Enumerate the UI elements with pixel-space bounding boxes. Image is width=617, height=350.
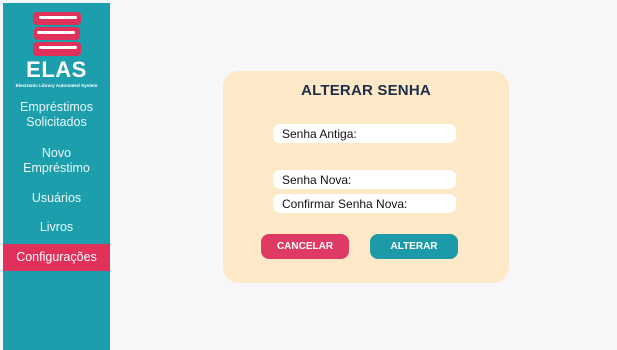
books-logo-icon <box>32 12 81 56</box>
old-password-input[interactable] <box>273 124 456 143</box>
app-window: ELAS Electronic Library Automated System… <box>0 0 617 350</box>
sidebar-item-label: Empréstimos <box>20 100 93 114</box>
change-password-card: ALTERAR SENHA CANCELAR ALTERAR <box>223 71 509 283</box>
sidebar-item-label: Empréstimo <box>23 161 90 175</box>
submit-button[interactable]: ALTERAR <box>370 234 458 259</box>
sidebar-item-usuarios[interactable]: Usuários <box>3 191 110 207</box>
sidebar-item-label: Novo <box>41 146 72 160</box>
sidebar-nav: Empréstimos Solicitados Novo Empréstimo … <box>3 100 110 271</box>
brand-name: ELAS <box>26 57 87 82</box>
confirm-password-input[interactable] <box>273 194 456 213</box>
sidebar-item-emprestimos-solicitados[interactable]: Empréstimos Solicitados <box>3 100 110 132</box>
sidebar: ELAS Electronic Library Automated System… <box>3 3 110 350</box>
sidebar-item-label: Solicitados <box>26 115 87 129</box>
sidebar-item-label: Livros <box>39 220 74 234</box>
sidebar-item-configuracoes[interactable]: Configurações <box>3 244 110 271</box>
sidebar-item-label: Usuários <box>31 191 82 205</box>
sidebar-item-livros[interactable]: Livros <box>3 220 110 236</box>
sidebar-item-novo-emprestimo[interactable]: Novo Empréstimo <box>3 146 110 178</box>
new-password-input[interactable] <box>273 170 456 189</box>
page-title: ALTERAR SENHA <box>301 82 431 99</box>
cancel-button[interactable]: CANCELAR <box>261 234 349 259</box>
brand-tagline: Electronic Library Automated System <box>15 83 98 88</box>
sidebar-item-label: Configurações <box>16 250 97 264</box>
